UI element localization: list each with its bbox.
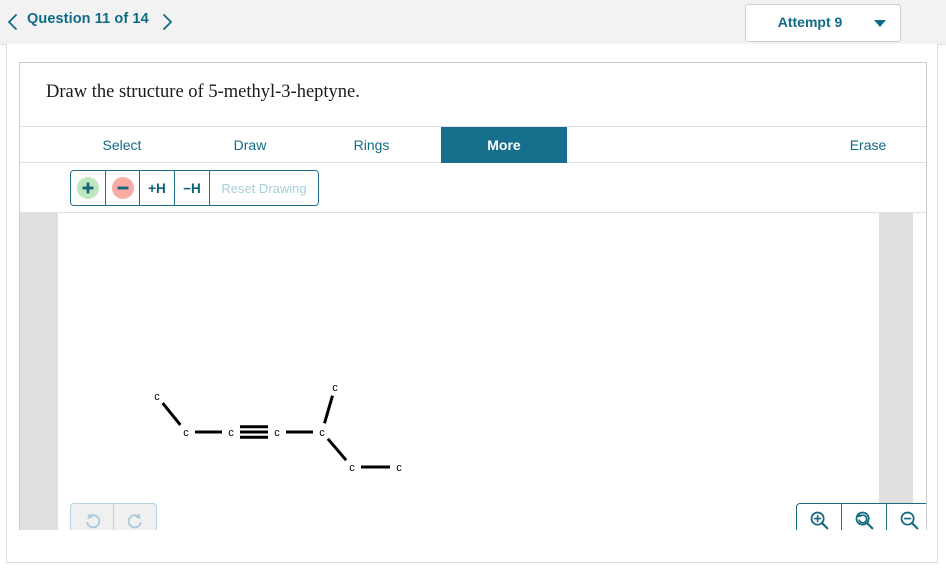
attempt-dropdown[interactable]: Attempt 9 xyxy=(745,4,901,42)
plus-circle-icon xyxy=(77,177,99,199)
tab-more[interactable]: More xyxy=(441,127,567,163)
molecule-bond xyxy=(323,395,334,424)
reset-drawing-button[interactable]: Reset Drawing xyxy=(210,171,318,205)
top-header-bar: Question 11 of 14 Attempt 9 xyxy=(0,0,946,45)
tab-select[interactable]: Select xyxy=(46,127,198,163)
more-tools-group: +H −H Reset Drawing xyxy=(70,170,319,206)
history-button-group xyxy=(70,503,157,530)
remove-hydrogen-button[interactable]: −H xyxy=(175,171,210,205)
magnifier-minus-icon[interactable] xyxy=(887,504,926,530)
magnifier-reset-icon[interactable] xyxy=(842,504,887,530)
page-panel: Draw the structure of 5-methyl-3-heptyne… xyxy=(6,44,938,563)
molecule-bond xyxy=(326,437,348,462)
editor-tab-strip: Select Draw Rings More Erase xyxy=(20,126,926,163)
undo-arrow-icon[interactable] xyxy=(71,504,114,530)
add-positive-charge-button[interactable] xyxy=(71,171,106,205)
atom-label[interactable]: c xyxy=(396,462,402,474)
tab-erase[interactable]: Erase xyxy=(810,127,926,163)
atom-label[interactable]: c xyxy=(228,427,234,439)
atom-label[interactable]: c xyxy=(332,382,338,394)
question-card: Draw the structure of 5-methyl-3-heptyne… xyxy=(19,62,927,530)
attempt-dropdown-label: Attempt 9 xyxy=(777,14,843,30)
chevron-right-icon[interactable] xyxy=(157,9,177,35)
atom-label[interactable]: c xyxy=(183,427,189,439)
chevron-left-icon[interactable] xyxy=(2,9,22,35)
add-negative-charge-button[interactable] xyxy=(106,171,140,205)
molecule-bond xyxy=(161,402,182,426)
tab-draw[interactable]: Draw xyxy=(198,127,302,163)
chevron-down-icon xyxy=(874,20,886,27)
atom-label[interactable]: c xyxy=(154,391,160,403)
molecule-drawing-canvas[interactable]: c c c c c c c c xyxy=(20,213,926,530)
redo-arrow-icon[interactable] xyxy=(114,504,156,530)
magnifier-plus-icon[interactable] xyxy=(797,504,842,530)
add-hydrogen-button[interactable]: +H xyxy=(140,171,175,205)
molecule-structure: c c c c c c c c xyxy=(154,382,402,474)
page-title: Draw the structure of 5-methyl-3-heptyne… xyxy=(46,82,360,102)
atom-label[interactable]: c xyxy=(274,427,280,439)
tab-rings[interactable]: Rings xyxy=(302,127,441,163)
minus-circle-icon xyxy=(111,177,134,199)
editor-tool-row: +H −H Reset Drawing xyxy=(20,163,926,213)
atom-label[interactable]: c xyxy=(319,427,325,439)
question-counter: Question 11 of 14 xyxy=(27,11,149,27)
atom-label[interactable]: c xyxy=(349,462,355,474)
zoom-button-group xyxy=(796,503,926,530)
